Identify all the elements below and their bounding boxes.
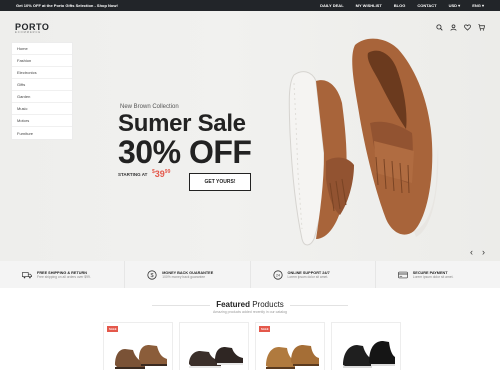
feature-title: SECURE PAYMENT	[412, 270, 448, 275]
feature-title: ONLINE SUPPORT 24/7	[287, 270, 330, 275]
money-icon: $	[147, 269, 157, 280]
feature-money-back: $ MONEY BACK GUARANTEE 100% money back g…	[125, 261, 251, 288]
slider-arrows: ‹ ›	[470, 247, 485, 257]
product-image	[189, 347, 243, 368]
header-icons	[436, 24, 485, 31]
feature-secure-payment: SECURE PAYMENT Lorem ipsum dolor sit ame…	[376, 261, 500, 288]
product-image	[266, 345, 319, 369]
featured-title-light: Products	[252, 300, 284, 309]
product-card[interactable]	[331, 322, 401, 370]
category-item-music[interactable]: Music	[12, 103, 72, 115]
daily-deal-link[interactable]: DAILY DEAL	[320, 3, 344, 8]
featured-title-bold: Featured	[216, 300, 250, 309]
payment-icon	[397, 270, 408, 280]
product-card[interactable]: SALE	[103, 322, 173, 370]
feature-subtitle: Free shipping on all orders over $99.	[37, 274, 91, 279]
truck-icon	[22, 270, 32, 280]
hero-offer: 30% OFF	[118, 134, 252, 170]
feature-online-support: 24 ONLINE SUPPORT 24/7 Lorem ipsum dolor…	[251, 261, 376, 288]
heart-icon[interactable]	[464, 24, 471, 31]
starting-at-label: STARTING AT	[118, 172, 148, 177]
svg-text:$: $	[151, 273, 154, 279]
product-grid: SALE SALE	[103, 322, 401, 370]
top-links: DAILY DEAL MY WISHLIST BLOG CONTACT USD …	[320, 3, 484, 8]
product-card[interactable]	[179, 322, 249, 370]
blog-link[interactable]: BLOG	[394, 3, 406, 8]
product-card[interactable]: SALE	[255, 322, 325, 370]
top-promo-bar: Get 10% OFF at the Porto Gifts Selection…	[0, 0, 500, 11]
price-cents: 99	[164, 169, 171, 175]
category-item-electronics[interactable]: Electronics	[12, 67, 72, 79]
category-item-furniture[interactable]: Furniture	[12, 127, 72, 139]
language-select[interactable]: ENG ▾	[472, 3, 484, 8]
feature-title: FREE SHIPPING & RETURN	[37, 270, 87, 275]
cart-icon[interactable]	[478, 24, 485, 31]
featured-products-subtitle: Amazing products added recently in our c…	[213, 310, 287, 314]
slider-prev-button[interactable]: ‹	[470, 247, 473, 257]
feature-subtitle: 100% money back guarantee	[162, 274, 206, 279]
category-item-home[interactable]: Home	[12, 43, 72, 55]
category-item-fashion[interactable]: Fashion	[12, 55, 72, 67]
get-yours-button[interactable]: GET YOURS!	[189, 173, 251, 191]
category-item-garden[interactable]: Garden	[12, 91, 72, 103]
category-item-motors[interactable]: Motors	[12, 115, 72, 127]
feature-subtitle: Lorem ipsum dolor sit amet.	[412, 274, 454, 279]
hero-banner: PORTO ECOMMERCE Home Fashion Electronics…	[0, 11, 500, 261]
slider-next-button[interactable]: ›	[482, 247, 485, 257]
search-icon[interactable]	[436, 24, 443, 31]
sale-badge: SALE	[107, 326, 119, 332]
category-item-gifts[interactable]: Gifts	[12, 79, 72, 91]
site-logo[interactable]: PORTO ECOMMERCE	[15, 22, 49, 34]
hero-price: $3999	[152, 169, 170, 179]
promo-text[interactable]: Get 10% OFF at the Porto Gifts Selection…	[16, 3, 320, 8]
hero-shoe-image	[288, 38, 439, 246]
user-icon[interactable]	[450, 24, 457, 31]
feature-free-shipping: FREE SHIPPING & RETURN Free shipping on …	[0, 261, 126, 288]
price-whole: 39	[154, 169, 165, 179]
product-image	[115, 345, 167, 369]
currency-select[interactable]: USD ▾	[449, 3, 461, 8]
product-image	[343, 341, 395, 368]
category-menu: Home Fashion Electronics Gifts Garden Mu…	[11, 42, 73, 140]
svg-text:24: 24	[276, 273, 280, 277]
wishlist-link[interactable]: MY WISHLIST	[356, 3, 382, 8]
featured-products-title: Featured Products	[0, 300, 500, 309]
feature-title: MONEY BACK GUARANTEE	[162, 270, 214, 275]
feature-subtitle: Lorem ipsum dolor sit amet.	[287, 274, 329, 279]
support-icon: 24	[272, 269, 283, 280]
features-strip: FREE SHIPPING & RETURN Free shipping on …	[0, 261, 500, 288]
contact-link[interactable]: CONTACT	[417, 3, 436, 8]
sale-badge: SALE	[259, 326, 271, 332]
